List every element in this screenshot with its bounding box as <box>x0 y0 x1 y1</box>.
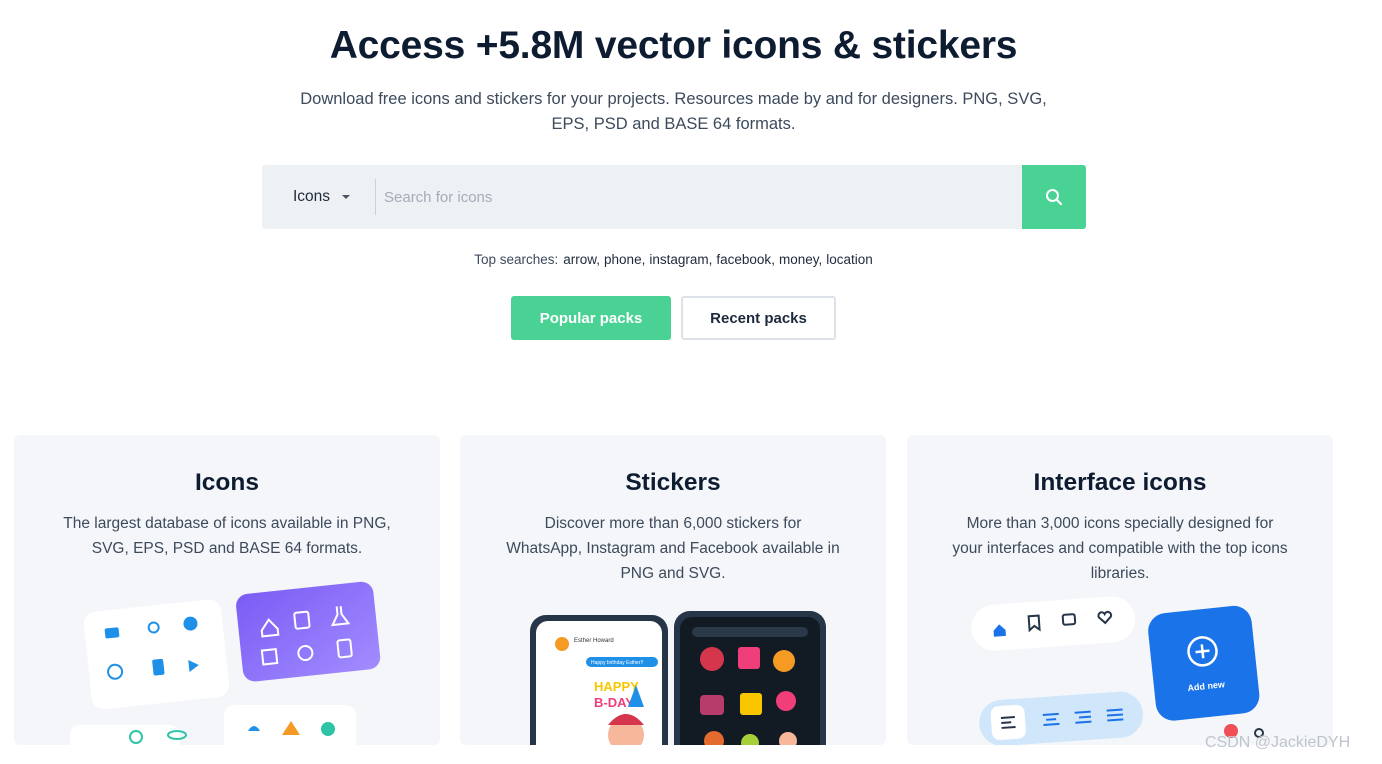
top-searches-label: Top searches: <box>474 252 559 267</box>
chat-name: Esther Howard <box>574 638 614 644</box>
stickers-illustration: Esther Howard Happy birthday Esther!! HA… <box>530 611 826 745</box>
search-input[interactable] <box>384 165 1014 229</box>
search-type-label: Icons <box>293 188 331 205</box>
interface-illustration: Add new <box>971 596 1264 745</box>
page-subtitle: Download free icons and stickers for you… <box>300 90 1047 133</box>
card-interface-icons[interactable]: Interface icons More than 3,000 icons sp… <box>907 435 1333 745</box>
watermark: CSDN @JackieDYH <box>1205 734 1351 751</box>
sticker-happy-text: HAPPY <box>594 679 639 694</box>
top-searches: Top searches: arrow, phone, instagram, faceb… <box>474 252 873 267</box>
search-type-dropdown[interactable]: Icons <box>262 165 375 229</box>
search-icon <box>1046 189 1063 206</box>
card-icons[interactable]: Icons The largest database of icons avai… <box>14 435 440 745</box>
top-search-link[interactable]: instagram <box>649 252 708 267</box>
card-title: Stickers <box>625 469 721 496</box>
chat-message: Happy birthday Esther!! <box>591 660 643 666</box>
recent-packs-button[interactable]: Recent packs <box>681 296 836 340</box>
chevron-down-icon <box>342 195 351 199</box>
popular-packs-button[interactable]: Popular packs <box>511 296 671 340</box>
top-search-link[interactable]: money <box>779 252 819 267</box>
card-title: Interface icons <box>1033 469 1207 496</box>
search-bar: Icons <box>262 165 1086 229</box>
top-search-link[interactable]: location <box>826 252 873 267</box>
icons-illustration <box>70 581 381 745</box>
card-title: Icons <box>195 469 259 496</box>
search-button[interactable] <box>1022 165 1086 229</box>
top-search-link[interactable]: arrow <box>563 252 596 267</box>
search-divider <box>375 179 376 215</box>
top-search-link[interactable]: phone <box>604 252 642 267</box>
page-title: Access +5.8M vector icons & stickers <box>329 24 1018 67</box>
card-description: The largest database of icons available … <box>63 515 391 557</box>
card-stickers[interactable]: Stickers Discover more than 6,000 sticke… <box>460 435 886 745</box>
top-search-link[interactable]: facebook <box>716 252 771 267</box>
